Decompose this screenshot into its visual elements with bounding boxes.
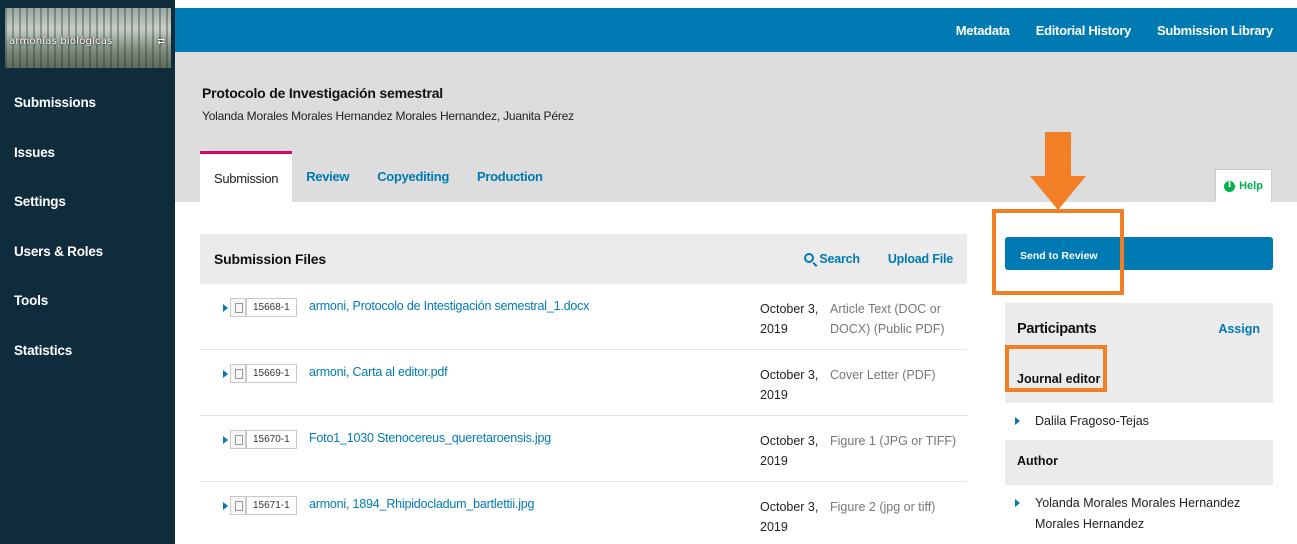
annotation-arrow-down-icon (1030, 176, 1086, 210)
expand-row-icon[interactable] (223, 436, 228, 444)
search-icon (804, 253, 815, 263)
sidebar-item-users-roles[interactable]: Users & Roles (0, 244, 175, 294)
tab-submission[interactable]: Submission (200, 151, 293, 202)
participants-panel: Participants Assign Journal editor Dalil… (1005, 303, 1273, 544)
image-icon (230, 496, 246, 515)
image-icon (230, 430, 246, 449)
file-date: October 3, 2019 (760, 434, 819, 468)
assign-button[interactable]: Assign (1218, 322, 1260, 336)
role-author: Author (1005, 440, 1273, 485)
file-name-link[interactable]: armoni, 1894_Rhipidocladum_bartlettii.jp… (309, 497, 534, 511)
file-row: 15669-1 armoni, Carta al editor.pdf Octo… (200, 350, 967, 416)
annotation-highlight-journal-editor (1005, 345, 1107, 392)
file-id: 15668-1 (246, 298, 297, 317)
metadata-link[interactable]: Metadata (956, 23, 1010, 38)
file-date: October 3, 2019 (760, 368, 819, 402)
logo-text: armonías biológicas (9, 36, 113, 47)
files-actions: Search Upload File (804, 252, 953, 266)
submission-authors: Yolanda Morales Morales Hernandez Morale… (202, 109, 574, 123)
help-button[interactable]: Help (1215, 169, 1272, 202)
top-nav: Metadata Editorial History Submission Li… (956, 8, 1297, 52)
tab-review[interactable]: Review (292, 151, 363, 202)
search-button[interactable]: Search (804, 252, 860, 266)
sidebar-item-tools[interactable]: Tools (0, 293, 175, 343)
sidebar: armonías biológicas ⇄ Submissions Issues… (0, 0, 175, 544)
sidebar-nav: Submissions Issues Settings Users & Role… (0, 95, 175, 392)
journal-logo[interactable]: armonías biológicas ⇄ (5, 8, 171, 68)
file-row: 15670-1 Foto1_1030 Stenocereus_queretaro… (200, 416, 967, 482)
file-id: 15671-1 (246, 496, 297, 515)
annotation-highlight-send-to-review (992, 209, 1124, 295)
file-name-link[interactable]: armoni, Carta al editor.pdf (309, 365, 448, 379)
upload-file-button[interactable]: Upload File (888, 252, 953, 266)
file-type: Cover Letter (PDF) (830, 368, 936, 382)
help-label: Help (1239, 180, 1263, 192)
role-label: Author (1017, 454, 1058, 468)
file-id: 15669-1 (246, 364, 297, 383)
sidebar-item-issues[interactable]: Issues (0, 145, 175, 195)
editorial-history-link[interactable]: Editorial History (1036, 23, 1132, 38)
file-row: 15668-1 armoni, Protocolo de Intestigaci… (200, 284, 967, 350)
submission-header: Protocolo de Investigación semestral Yol… (175, 52, 1297, 202)
file-date: October 3, 2019 (760, 302, 819, 336)
expand-row-icon[interactable] (223, 304, 228, 312)
file-id: 15670-1 (246, 430, 297, 449)
file-row: 15671-1 armoni, 1894_Rhipidocladum_bartl… (200, 482, 967, 544)
tab-copyediting[interactable]: Copyediting (363, 151, 463, 202)
document-icon (230, 298, 246, 317)
annotation-arrow-shaft (1045, 132, 1071, 176)
file-date: October 3, 2019 (760, 500, 819, 534)
participant-item[interactable]: Dalila Fragoso-Tejas (1005, 403, 1273, 440)
files-header: Submission Files Search Upload File (200, 234, 967, 284)
participant-item[interactable]: Yolanda Morales Morales Hernandez Morale… (1005, 485, 1273, 543)
files-title: Submission Files (214, 251, 326, 267)
participants-title: Participants (1017, 321, 1097, 337)
top-bar: Metadata Editorial History Submission Li… (175, 8, 1297, 52)
logo-badge-icon: ⇄ (157, 36, 165, 46)
workflow-tabs: Submission Review Copyediting Production (200, 151, 557, 202)
info-icon (1224, 180, 1236, 192)
file-type: Figure 2 (jpg or tiff) (830, 500, 936, 514)
submission-title: Protocolo de Investigación semestral (202, 85, 443, 101)
file-type: Figure 1 (JPG or TIFF) (830, 434, 957, 448)
expand-row-icon[interactable] (223, 502, 228, 510)
search-label: Search (819, 252, 860, 266)
expand-row-icon[interactable] (223, 370, 228, 378)
file-name-link[interactable]: armoni, Protocolo de Intestigación semes… (309, 299, 589, 313)
sidebar-item-statistics[interactable]: Statistics (0, 343, 175, 393)
sidebar-item-settings[interactable]: Settings (0, 194, 175, 244)
tab-production[interactable]: Production (463, 151, 557, 202)
pdf-icon (230, 364, 246, 383)
file-name-link[interactable]: Foto1_1030 Stenocereus_queretaroensis.jp… (309, 431, 551, 445)
file-type: Article Text (DOC or DOCX) (Public PDF) (830, 302, 945, 336)
sidebar-item-submissions[interactable]: Submissions (0, 95, 175, 145)
submission-files-panel: Submission Files Search Upload File 1566… (200, 234, 967, 544)
submission-library-link[interactable]: Submission Library (1157, 23, 1273, 38)
